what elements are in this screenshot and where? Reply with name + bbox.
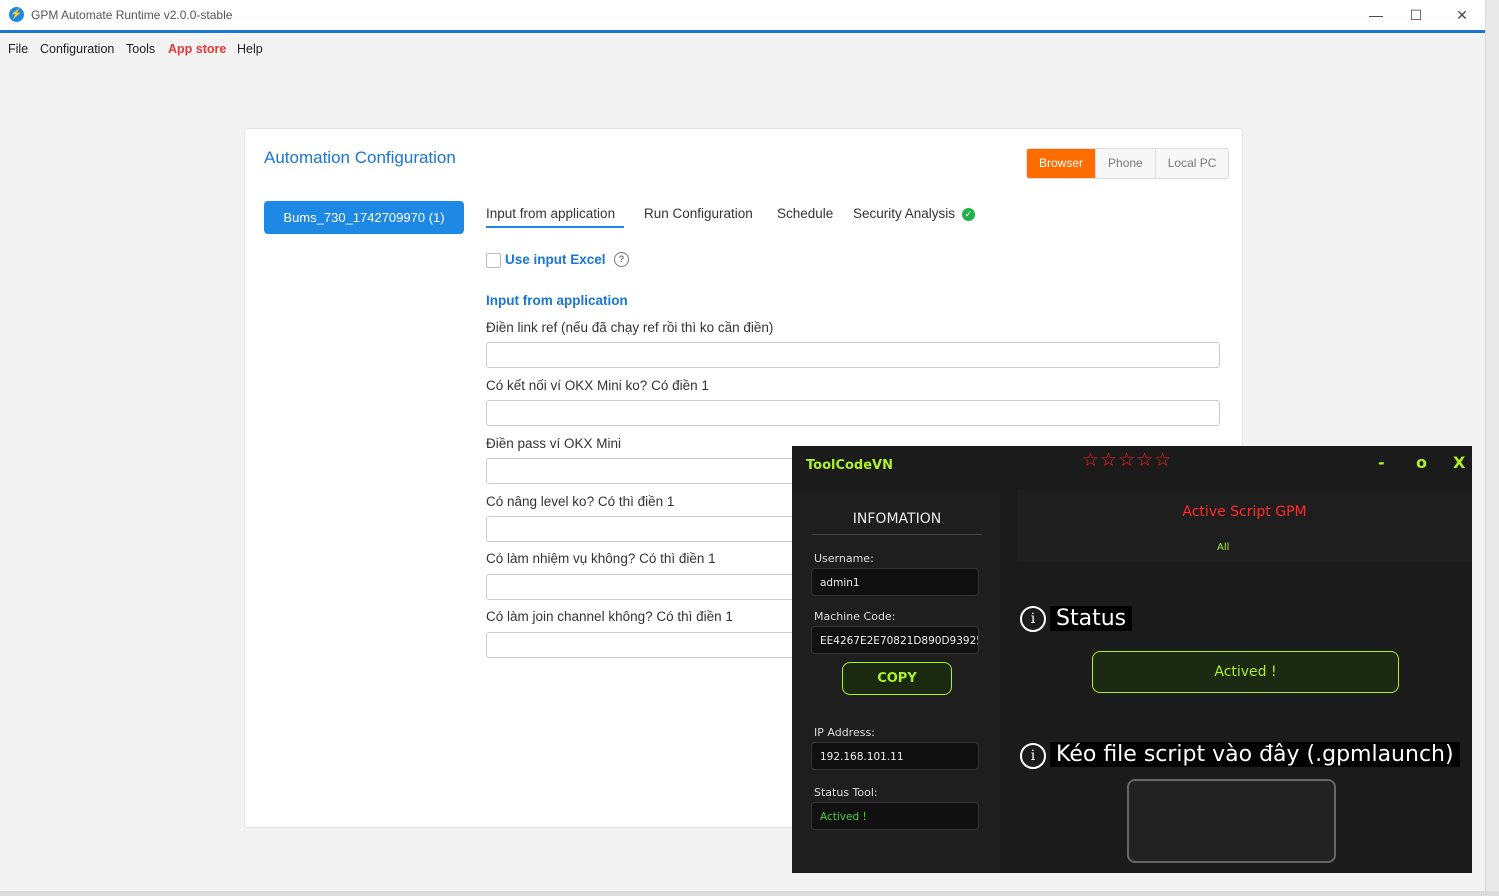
username-field[interactable]: admin1 xyxy=(811,568,979,596)
page-title: Automation Configuration xyxy=(264,148,456,167)
info-title: INFOMATION xyxy=(852,511,942,527)
title-bar: ⚡ GPM Automate Runtime v2.0.0-stable — ☐… xyxy=(0,0,1485,33)
segment-local-pc[interactable]: Local PC xyxy=(1154,149,1229,178)
divider xyxy=(812,534,982,535)
platform-selector: Browser Phone Local PC xyxy=(1026,148,1230,179)
tab-schedule[interactable]: Schedule xyxy=(777,206,833,221)
tab-input-from-application[interactable]: Input from application xyxy=(486,206,615,221)
machine-code-field[interactable]: EE4267E2E70821D890D939250 xyxy=(811,626,979,654)
tool-close-button[interactable]: X xyxy=(1453,453,1465,472)
field-label-level-up: Có nâng level ko? Có thì điền 1 xyxy=(486,494,675,509)
bolt-icon: ⚡ xyxy=(9,7,24,22)
field-label-join-channel: Có làm join channel không? Có thì điền 1 xyxy=(486,609,733,624)
tab-run-configuration[interactable]: Run Configuration xyxy=(644,206,753,221)
okx-connect-input[interactable] xyxy=(486,400,1220,426)
menu-tools[interactable]: Tools xyxy=(126,42,155,56)
drop-heading: Kéo file script vào đây (.gpmlaunch) xyxy=(1050,742,1460,767)
field-label-ref-link: Điền link ref (nếu đã chạy ref rồi thì k… xyxy=(486,320,774,335)
segment-browser[interactable]: Browser xyxy=(1027,149,1096,178)
menu-configuration[interactable]: Configuration xyxy=(40,42,114,56)
script-drop-zone[interactable] xyxy=(1127,779,1336,863)
info-icon: i xyxy=(1020,606,1046,632)
machine-code-label: Machine Code: xyxy=(814,610,896,623)
field-label-okx-connect: Có kết nối ví OKX Mini ko? Có điền 1 xyxy=(486,378,709,393)
help-icon[interactable]: ? xyxy=(614,252,629,267)
status-button[interactable]: Actived ! xyxy=(1092,651,1399,693)
ip-address-label: IP Address: xyxy=(814,726,875,739)
copy-button[interactable]: COPY xyxy=(842,662,952,695)
ref-link-input[interactable] xyxy=(486,342,1220,368)
field-label-tasks: Có làm nhiệm vụ không? Có thì điền 1 xyxy=(486,551,716,566)
minimize-button[interactable]: — xyxy=(1356,4,1396,26)
field-label-okx-pass: Điền pass ví OKX Mini xyxy=(486,436,622,451)
maximize-button[interactable]: ☐ xyxy=(1396,4,1436,26)
toolcodevn-window: ToolCodeVN ☆☆☆☆☆ - o X INFOMATION Userna… xyxy=(792,446,1472,873)
tool-brand: ToolCodeVN xyxy=(806,458,893,473)
ip-address-field[interactable]: 192.168.101.11 xyxy=(811,742,979,770)
use-excel-label[interactable]: Use input Excel xyxy=(505,252,606,267)
window-title: GPM Automate Runtime v2.0.0-stable xyxy=(31,8,233,22)
close-button[interactable]: ✕ xyxy=(1442,4,1482,26)
star-rating-icon: ☆☆☆☆☆ xyxy=(1082,449,1173,471)
tool-minimize-button[interactable]: - xyxy=(1378,453,1385,472)
status-heading: Status xyxy=(1050,606,1133,631)
taskbar-edge xyxy=(0,891,1499,896)
segment-phone[interactable]: Phone xyxy=(1095,149,1155,178)
menu-file[interactable]: File xyxy=(8,42,28,56)
menu-app-store[interactable]: App store xyxy=(168,42,226,56)
menu-help[interactable]: Help xyxy=(237,42,263,56)
tab-security-analysis[interactable]: Security Analysis xyxy=(853,206,955,221)
use-excel-checkbox[interactable] xyxy=(486,253,501,268)
active-script-panel: Active Script GPM All xyxy=(1017,490,1472,562)
check-circle-icon: ✓ xyxy=(962,208,975,221)
menu-bar: File Configuration Tools App store Help xyxy=(0,33,1485,63)
desktop-background xyxy=(1486,0,1499,896)
info-panel: INFOMATION Username: admin1 Machine Code… xyxy=(792,490,1000,873)
status-tool-label: Status Tool: xyxy=(814,786,878,799)
active-script-scope: All xyxy=(1217,542,1230,553)
tool-maximize-button[interactable]: o xyxy=(1416,453,1427,472)
active-tab-indicator xyxy=(486,226,624,228)
username-label: Username: xyxy=(814,552,874,565)
status-tool-field: Actived ! xyxy=(811,802,979,830)
active-script-title: Active Script GPM xyxy=(1182,504,1307,520)
section-title: Input from application xyxy=(486,293,628,308)
info-icon: i xyxy=(1020,743,1046,769)
profile-button[interactable]: Bums_730_1742709970 (1) xyxy=(264,201,464,234)
